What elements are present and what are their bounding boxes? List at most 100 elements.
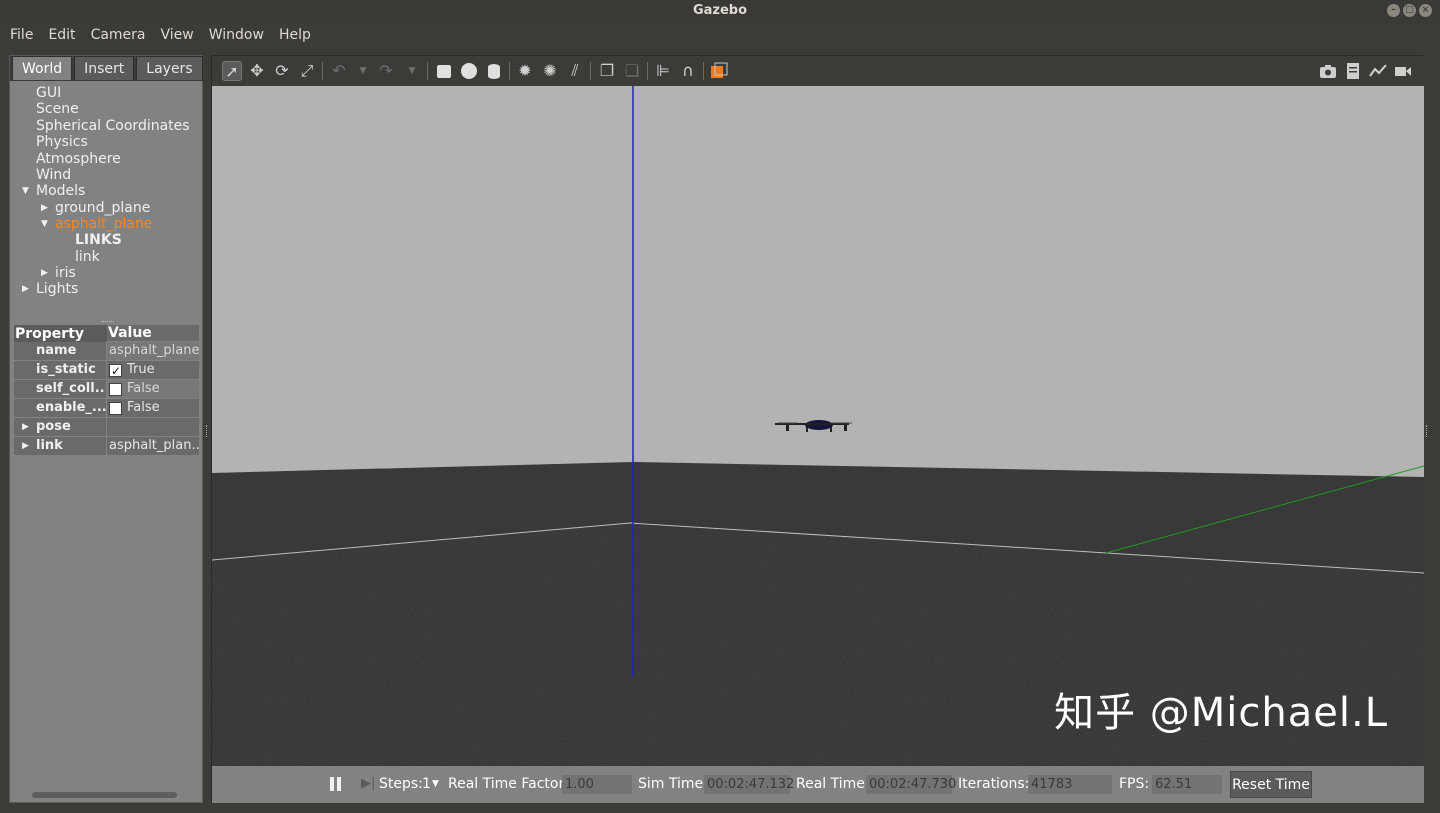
tree-links-header: LINKS — [75, 232, 122, 248]
menu-file[interactable]: File — [10, 27, 33, 43]
tree-item-ground-plane[interactable]: ▶ ground_plane — [41, 200, 151, 216]
horizontal-scrollbar[interactable] — [32, 792, 177, 798]
collapsed-arrow-icon[interactable]: ▶ — [41, 265, 48, 281]
is-static-checkbox[interactable] — [109, 362, 122, 379]
menu-view[interactable]: View — [161, 27, 194, 43]
time-panel: ▶| Steps: 1 ▼ Real Time Factor: 1.00 Sim… — [212, 766, 1424, 803]
select-arrow-icon[interactable]: ➚ — [222, 61, 242, 81]
property-key: is_static — [14, 361, 107, 380]
box-icon[interactable] — [434, 61, 454, 81]
property-row-self-collide[interactable]: self_coll... False — [14, 380, 199, 399]
menu-window[interactable]: Window — [209, 27, 264, 43]
log-icon[interactable] — [1343, 61, 1363, 81]
left-tabs: World Insert Layers — [10, 56, 204, 81]
minimize-button[interactable]: – — [1387, 4, 1400, 17]
spot-light-icon[interactable]: ✺ — [540, 61, 560, 81]
tree-item-wind[interactable]: Wind — [36, 167, 71, 183]
view-angle-icon[interactable] — [709, 61, 729, 81]
tree-item-link[interactable]: link — [75, 249, 100, 265]
scale-icon[interactable]: ⤢ — [297, 61, 317, 81]
cylinder-icon[interactable] — [484, 61, 504, 81]
pause-icon[interactable] — [330, 777, 342, 791]
watermark-text: 知乎 @Michael.L — [1054, 690, 1388, 736]
property-row-enable-wind[interactable]: enable_... False — [14, 399, 199, 418]
redo-icon[interactable]: ↷ — [376, 61, 396, 81]
steps-label: Steps: — [379, 776, 423, 792]
property-row-name[interactable]: name asphalt_plane — [14, 342, 199, 361]
snap-icon[interactable]: ∩ — [678, 61, 698, 81]
tab-insert[interactable]: Insert — [74, 56, 135, 80]
property-value: False — [127, 381, 160, 396]
property-value-cell: True — [107, 361, 199, 380]
enable-wind-checkbox[interactable] — [109, 401, 122, 415]
property-table: Property Value name asphalt_plane is_sta… — [14, 325, 199, 456]
collapsed-arrow-icon[interactable]: ▶ — [22, 281, 29, 297]
tree-item-iris[interactable]: ▶ iris — [41, 265, 76, 281]
tree-item-atmosphere[interactable]: Atmosphere — [36, 151, 121, 167]
property-key: enable_... — [14, 399, 107, 418]
tree-item-physics[interactable]: Physics — [36, 134, 88, 150]
undo-icon[interactable]: ↶ — [329, 61, 349, 81]
left-panel: World Insert Layers GUI Scene Spherical … — [9, 55, 204, 803]
window-title: Gazebo — [692, 3, 748, 18]
tab-layers[interactable]: Layers — [136, 56, 203, 80]
tree-item-lights[interactable]: ▶ Lights — [22, 281, 78, 297]
right-splitter-handle[interactable] — [1426, 425, 1429, 437]
menu-camera[interactable]: Camera — [91, 27, 146, 43]
video-icon[interactable] — [1393, 61, 1413, 81]
property-row-pose[interactable]: ▶ pose — [14, 418, 199, 437]
align-icon[interactable]: ⊫ — [653, 61, 673, 81]
value-column-header: Value — [107, 325, 199, 342]
rotate-icon[interactable]: ⟳ — [272, 61, 292, 81]
menu-bar: File Edit Camera View Window Help — [0, 23, 1440, 47]
undo-dropdown-icon[interactable]: ▼ — [353, 61, 373, 81]
real-time-factor-label: Real Time Factor: — [448, 776, 569, 792]
paste-icon[interactable]: ❏ — [622, 61, 642, 81]
collapsed-arrow-icon[interactable]: ▶ — [22, 437, 29, 455]
point-light-icon[interactable]: ✹ — [515, 61, 535, 81]
tree-item-scene[interactable]: Scene — [36, 101, 79, 117]
expanded-arrow-icon[interactable]: ▼ — [41, 216, 48, 232]
title-bar: Gazebo – □ × — [0, 0, 1440, 23]
redo-dropdown-icon[interactable]: ▼ — [402, 61, 422, 81]
step-icon[interactable]: ▶| — [361, 777, 375, 791]
copy-icon[interactable]: ❐ — [597, 61, 617, 81]
screenshot-icon[interactable] — [1318, 61, 1338, 81]
tab-world[interactable]: World — [12, 56, 73, 80]
property-value-cell: False — [107, 399, 199, 418]
sphere-icon[interactable] — [459, 61, 479, 81]
translate-icon[interactable]: ✥ — [247, 61, 267, 81]
tree-item-gui[interactable]: GUI — [36, 85, 61, 101]
collapsed-arrow-icon[interactable]: ▶ — [22, 418, 29, 436]
tree-item-asphalt-plane[interactable]: ▼ asphalt_plane — [41, 216, 152, 232]
tree-item-models-label: Models — [36, 183, 86, 199]
3d-viewport[interactable]: 知乎 @Michael.L — [212, 86, 1424, 766]
close-button[interactable]: × — [1419, 4, 1432, 17]
menu-edit[interactable]: Edit — [48, 27, 75, 43]
property-value: asphalt_plan... — [107, 437, 199, 456]
steps-dropdown-icon[interactable]: ▼ — [432, 766, 439, 803]
plot-icon[interactable] — [1368, 61, 1388, 81]
self-collide-checkbox[interactable] — [109, 382, 122, 396]
maximize-button[interactable]: □ — [1403, 4, 1416, 17]
tree-item-ground-plane-label: ground_plane — [55, 200, 151, 216]
directional-light-icon[interactable]: ⫽ — [565, 61, 585, 81]
property-row-is-static[interactable]: is_static True — [14, 361, 199, 380]
reset-time-button[interactable]: Reset Time — [1230, 771, 1312, 798]
property-value: True — [127, 362, 155, 377]
collapsed-arrow-icon[interactable]: ▶ — [41, 200, 48, 216]
property-value: False — [127, 400, 160, 415]
property-key: name — [14, 342, 107, 361]
iterations-label: Iterations: — [958, 776, 1030, 792]
property-column-header: Property — [15, 326, 85, 342]
property-key: self_coll... — [14, 380, 107, 399]
real-time-label: Real Time: — [796, 776, 870, 792]
expanded-arrow-icon[interactable]: ▼ — [22, 183, 29, 199]
left-splitter-handle[interactable] — [206, 425, 209, 437]
steps-value[interactable]: 1 — [422, 766, 431, 803]
property-value[interactable]: asphalt_plane — [107, 342, 199, 361]
property-row-link[interactable]: ▶ link asphalt_plan... — [14, 437, 199, 456]
tree-item-models[interactable]: ▼ Models — [22, 183, 86, 199]
menu-help[interactable]: Help — [279, 27, 311, 43]
tree-item-spherical-coordinates[interactable]: Spherical Coordinates — [36, 118, 190, 134]
